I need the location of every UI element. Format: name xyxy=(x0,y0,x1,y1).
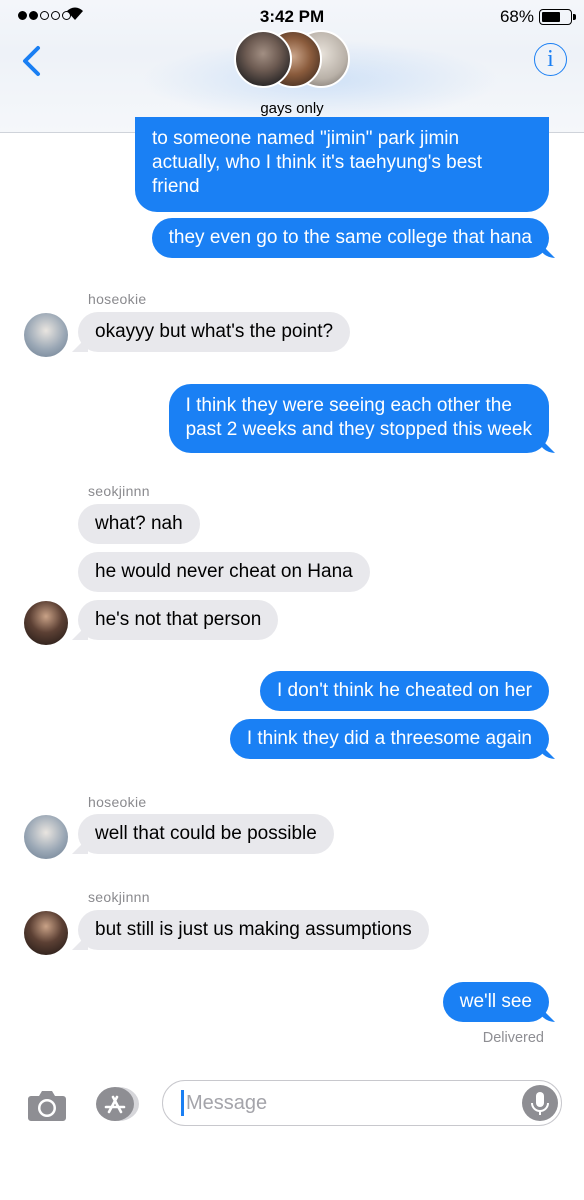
message-text: he's not that person xyxy=(95,609,262,630)
outgoing-message: I think they did a threesome again xyxy=(229,719,549,759)
incoming-message: he would never cheat on Hana xyxy=(78,552,370,592)
incoming-message: okayyy but what's the point? xyxy=(78,312,351,352)
sender-name: seokjinnn xyxy=(88,889,150,905)
group-avatars[interactable] xyxy=(234,30,352,90)
outgoing-message: to someone named "jimin" park jimin actu… xyxy=(135,117,549,212)
back-chevron-icon[interactable] xyxy=(18,44,48,78)
info-icon[interactable]: i xyxy=(534,43,567,76)
message-text: I don't think he cheated on her xyxy=(276,680,532,701)
message-line: friend xyxy=(152,176,200,197)
microphone-icon[interactable] xyxy=(522,1085,558,1121)
group-name: gays only xyxy=(260,100,324,117)
contact-avatar xyxy=(24,601,68,645)
text-cursor xyxy=(181,1090,184,1116)
message-text: they even go to the same college that ha… xyxy=(168,227,532,248)
outgoing-message: we'll see xyxy=(442,982,549,1022)
message-placeholder: Message xyxy=(186,1092,268,1114)
incoming-message: he's not that person xyxy=(78,600,279,640)
outgoing-message: I think they were seeing each other the … xyxy=(168,384,549,453)
message-text: we'll see xyxy=(459,991,532,1012)
message-line: I think they were seeing each other the xyxy=(185,395,512,416)
message-text: I think they did a threesome again xyxy=(246,728,532,749)
status-bar: 3:42 PM 68% xyxy=(0,0,584,34)
message-line: to someone named "jimin" park jimin xyxy=(152,128,460,149)
battery-icon xyxy=(539,9,576,25)
message-text: okayyy but what's the point? xyxy=(95,321,334,342)
camera-icon[interactable] xyxy=(27,1088,67,1122)
contact-avatar xyxy=(24,911,68,955)
sender-name: seokjinnn xyxy=(88,483,150,499)
group-avatar-1 xyxy=(234,30,292,88)
message-text: what? nah xyxy=(95,513,183,534)
sender-name: hoseokie xyxy=(88,291,147,307)
battery-percentage: 68% xyxy=(499,7,534,26)
contact-avatar xyxy=(24,313,68,357)
message-text: he would never cheat on Hana xyxy=(95,561,353,582)
message-line: past 2 weeks and they stopped this week xyxy=(185,419,532,440)
incoming-message: well that could be possible xyxy=(78,814,334,854)
incoming-message: what? nah xyxy=(78,504,200,544)
contact-avatar xyxy=(24,815,68,859)
incoming-message: but still is just us making assumptions xyxy=(78,910,429,950)
app-store-icon[interactable] xyxy=(94,1086,140,1122)
delivered-status: Delivered xyxy=(482,1030,544,1046)
message-text: but still is just us making assumptions xyxy=(95,919,412,940)
message-text: well that could be possible xyxy=(95,823,317,844)
outgoing-message: I don't think he cheated on her xyxy=(259,671,549,711)
message-line: actually, who I think it's taehyung's be… xyxy=(152,152,483,173)
status-time: 3:42 PM xyxy=(259,7,325,26)
sender-name: hoseokie xyxy=(88,794,147,810)
outgoing-message: they even go to the same college that ha… xyxy=(151,218,549,258)
